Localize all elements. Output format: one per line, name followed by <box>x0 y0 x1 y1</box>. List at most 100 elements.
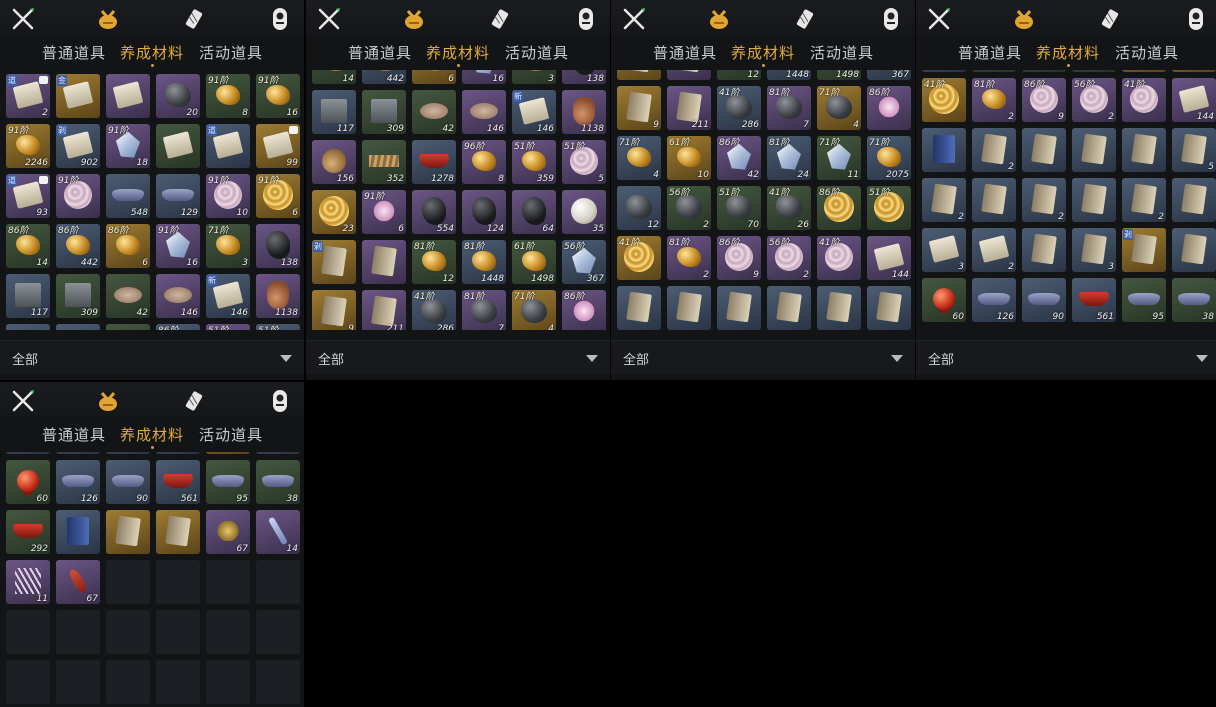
tab-common-items[interactable]: 普通道具 <box>42 42 106 63</box>
item-slot[interactable]: 144 <box>1172 78 1216 122</box>
item-slot[interactable] <box>106 452 150 454</box>
item-slot[interactable]: 554 <box>412 190 456 234</box>
item-slot[interactable]: 3 <box>1072 228 1116 272</box>
item-slot[interactable]: 91阶 8 <box>206 74 250 118</box>
pouch-icon[interactable] <box>1010 6 1038 32</box>
item-slot[interactable]: 12 <box>922 70 966 72</box>
item-slot[interactable]: 51阶 359 <box>512 140 556 184</box>
item-slot[interactable]: 156 <box>312 140 356 184</box>
item-slot[interactable] <box>867 286 911 330</box>
item-slot[interactable]: 67 <box>56 560 100 604</box>
item-slot[interactable]: 309 <box>362 90 406 134</box>
item-slot[interactable]: 道 93 <box>6 174 50 218</box>
item-slot[interactable]: 41阶 26 <box>767 186 811 230</box>
tab-common-items[interactable]: 普通道具 <box>348 42 412 63</box>
item-slot[interactable]: 41阶 <box>922 78 966 122</box>
item-slot[interactable]: 81阶 2 <box>972 78 1016 122</box>
item-slot[interactable] <box>256 452 300 454</box>
item-slot[interactable]: 81阶 7 <box>462 290 506 330</box>
pouch-icon[interactable] <box>705 6 733 32</box>
item-slot[interactable]: 剥 <box>312 240 356 284</box>
scroll-icon[interactable] <box>791 6 819 32</box>
item-slot[interactable]: 81阶1448 <box>767 70 811 80</box>
item-grid-viewport[interactable]: 12 70 26 41阶 81阶 2 86阶 9 56阶 2 41阶 144 2 5 2 2 2 3 2 3 剥 60 12… <box>916 70 1216 330</box>
item-slot[interactable]: 3 <box>156 452 200 454</box>
item-grid-viewport[interactable]: 14 442 6 16 3 138 117 309 42 146 新 146 1138 156 352 127… <box>306 70 610 330</box>
item-slot[interactable]: 91阶 2246 <box>6 124 50 168</box>
item-slot[interactable] <box>667 286 711 330</box>
item-slot[interactable] <box>1022 228 1066 272</box>
item-slot[interactable]: 86阶 <box>867 86 911 130</box>
item-slot[interactable]: 138 <box>562 70 606 84</box>
item-slot[interactable]: 60 <box>922 278 966 322</box>
item-slot[interactable]: 60 <box>6 460 50 504</box>
item-slot[interactable]: 71阶 2075 <box>867 136 911 180</box>
item-slot[interactable]: 41阶 286 <box>717 86 761 130</box>
item-slot[interactable]: 16 <box>462 70 506 84</box>
tab-event-items[interactable]: 活动道具 <box>810 42 874 63</box>
item-slot[interactable]: 新 146 <box>206 274 250 318</box>
tab-common-items[interactable]: 普通道具 <box>958 42 1022 63</box>
scroll-icon[interactable] <box>180 6 208 32</box>
item-slot[interactable]: 95 <box>206 460 250 504</box>
item-slot[interactable] <box>972 178 1016 222</box>
item-slot[interactable] <box>1122 70 1166 72</box>
item-slot[interactable]: 81阶12 <box>717 70 761 80</box>
item-slot[interactable]: 42 <box>412 90 456 134</box>
tab-common-items[interactable]: 普通道具 <box>653 42 717 63</box>
item-slot[interactable]: 91阶 6 <box>256 174 300 218</box>
item-slot[interactable]: 2 <box>922 178 966 222</box>
item-slot[interactable]: 2 <box>1122 178 1166 222</box>
item-slot[interactable]: 64 <box>512 190 556 234</box>
item-slot[interactable]: 42 <box>106 274 150 318</box>
item-slot[interactable]: 91阶 16 <box>256 74 300 118</box>
item-slot[interactable]: 51阶 <box>256 324 300 330</box>
item-slot[interactable]: 14 <box>312 70 356 84</box>
item-slot[interactable]: 26 <box>1072 70 1116 72</box>
item-slot[interactable]: 56阶 2 <box>767 236 811 280</box>
item-slot[interactable]: 67 <box>206 510 250 554</box>
tab-event-items[interactable]: 活动道具 <box>505 42 569 63</box>
item-slot[interactable]: 126 <box>972 278 1016 322</box>
item-slot[interactable]: 3 <box>6 452 50 454</box>
item-slot[interactable]: 2 <box>56 452 100 454</box>
item-slot[interactable] <box>56 510 100 554</box>
item-slot[interactable]: 86阶 <box>156 324 200 330</box>
item-slot[interactable]: 71阶 4 <box>617 136 661 180</box>
item-slot[interactable]: 352 <box>362 140 406 184</box>
item-slot[interactable]: 新 146 <box>512 90 556 134</box>
item-slot[interactable] <box>206 452 250 454</box>
item-slot[interactable]: 81阶12 <box>412 240 456 284</box>
item-slot[interactable]: 86阶 <box>562 290 606 330</box>
crossed-swords-icon[interactable] <box>10 388 38 414</box>
item-slot[interactable]: 6 <box>412 70 456 84</box>
item-grid-viewport[interactable]: 81阶1281阶144861阶149856阶367921141阶28681阶77… <box>611 70 915 330</box>
item-slot[interactable]: 138 <box>256 224 300 268</box>
item-slot[interactable]: 61阶1498 <box>817 70 861 80</box>
item-slot[interactable]: 5 <box>1172 128 1216 172</box>
crossed-swords-icon[interactable] <box>316 6 344 32</box>
portal-icon[interactable] <box>572 6 600 32</box>
item-slot[interactable]: 20 <box>156 74 200 118</box>
item-slot[interactable]: 91阶 <box>56 174 100 218</box>
filter-dropdown[interactable]: 全部 <box>916 340 1216 374</box>
item-slot[interactable]: 146 <box>156 274 200 318</box>
item-slot[interactable] <box>1022 128 1066 172</box>
tab-event-items[interactable]: 活动道具 <box>199 424 263 445</box>
portal-icon[interactable] <box>266 6 294 32</box>
item-slot[interactable]: 144 <box>867 236 911 280</box>
item-slot[interactable]: 548 <box>106 174 150 218</box>
filter-dropdown[interactable]: 全部 <box>306 340 610 374</box>
item-slot[interactable]: 41阶 <box>817 236 861 280</box>
filter-dropdown[interactable]: 全部 <box>0 340 304 374</box>
pouch-icon[interactable] <box>94 388 122 414</box>
item-slot[interactable]: 2 <box>1022 178 1066 222</box>
item-slot[interactable]: 86阶 6 <box>106 224 150 268</box>
item-slot[interactable]: 561 <box>156 460 200 504</box>
item-slot[interactable]: 金 <box>56 74 100 118</box>
item-slot[interactable] <box>6 324 50 330</box>
item-slot[interactable]: 442 <box>362 70 406 84</box>
item-slot[interactable]: 117 <box>312 90 356 134</box>
scroll-icon[interactable] <box>180 388 208 414</box>
item-slot[interactable]: 38 <box>256 460 300 504</box>
